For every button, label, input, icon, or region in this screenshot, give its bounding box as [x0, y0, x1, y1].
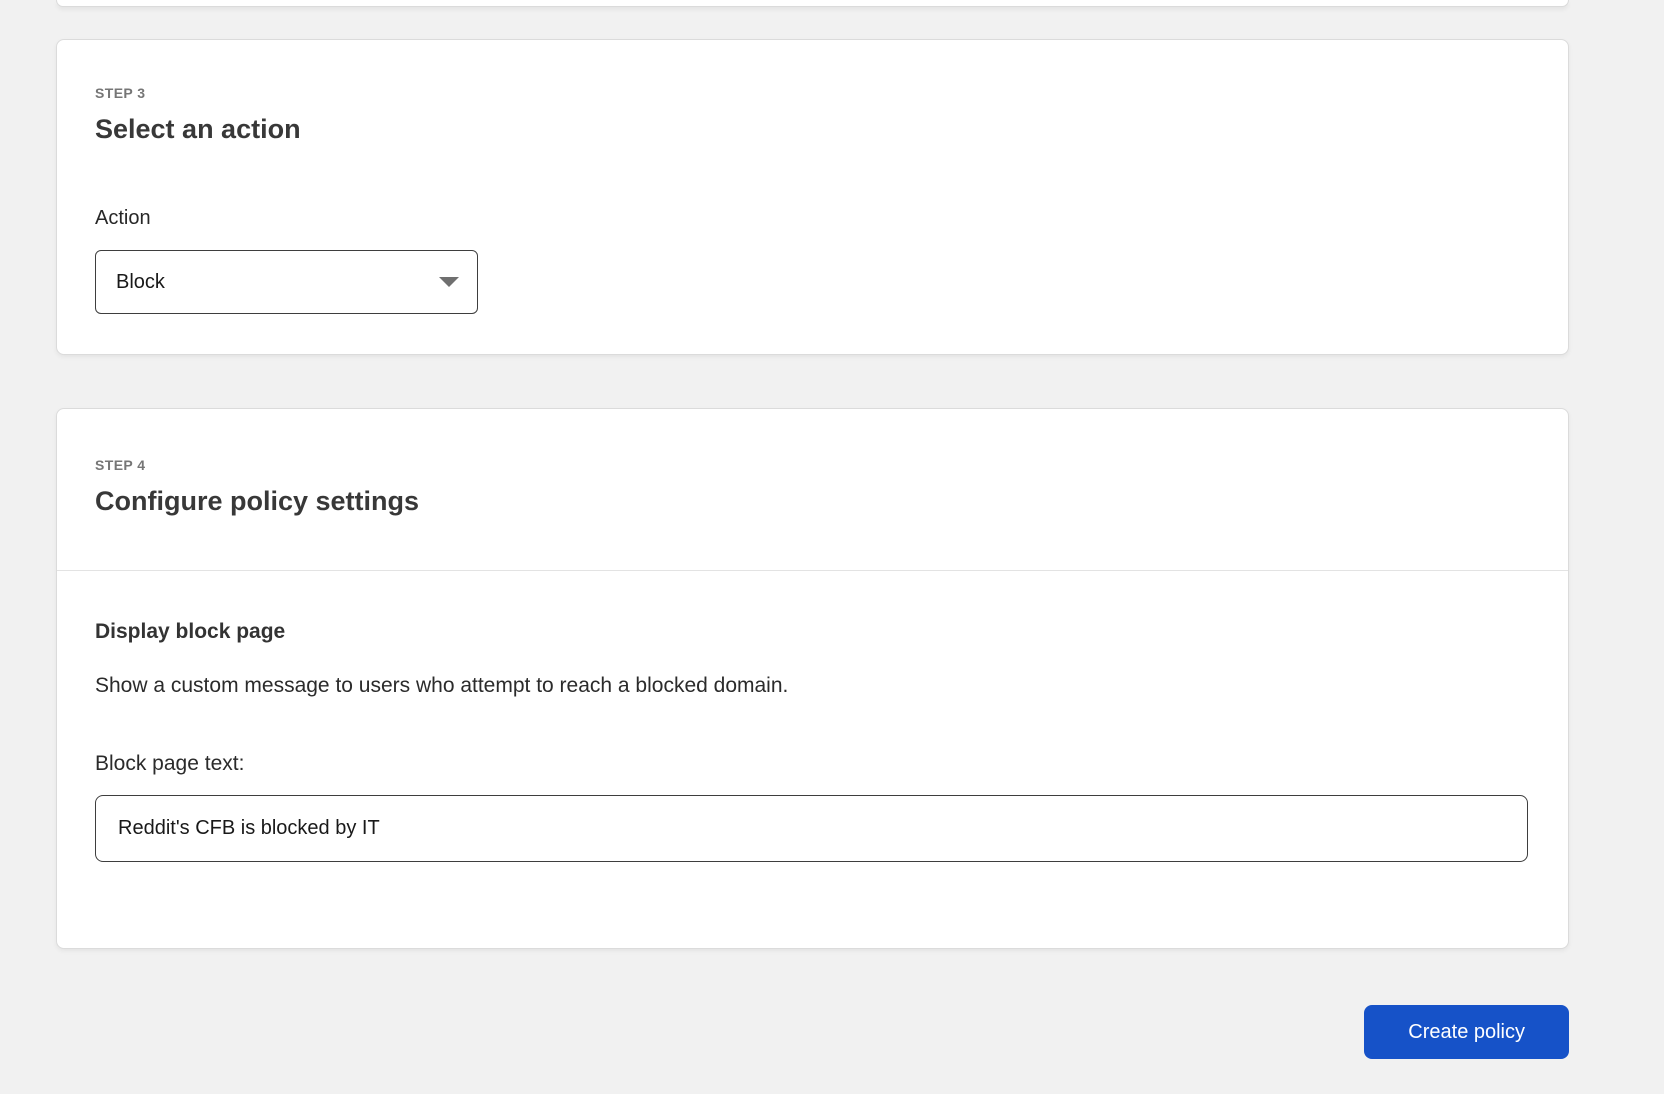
- create-policy-button[interactable]: Create policy: [1364, 1005, 1569, 1059]
- step3-label: STEP 3: [95, 85, 146, 101]
- block-page-text-input[interactable]: [95, 795, 1528, 862]
- display-block-page-heading: Display block page: [95, 620, 286, 643]
- step4-title: Configure policy settings: [95, 486, 420, 516]
- policy-wizard-content: STEP 3 Select an action Action Block STE…: [56, 0, 1569, 1059]
- step3-title: Select an action: [95, 114, 301, 144]
- action-select-value: Block: [116, 270, 165, 293]
- step4-card: STEP 4 Configure policy settings Display…: [56, 408, 1569, 949]
- previous-card-bottom-edge: [56, 0, 1569, 7]
- step3-card: STEP 3 Select an action Action Block: [56, 39, 1569, 355]
- step4-body: Display block page Show a custom message…: [57, 571, 1568, 948]
- caret-down-icon: [439, 277, 459, 287]
- block-page-text-label: Block page text:: [95, 752, 245, 775]
- action-field-label: Action: [95, 207, 151, 229]
- step4-label: STEP 4: [95, 457, 146, 473]
- display-block-page-description: Show a custom message to users who attem…: [95, 674, 789, 697]
- action-select[interactable]: Block: [95, 250, 478, 314]
- step4-header: STEP 4 Configure policy settings: [57, 409, 1568, 571]
- footer-actions: Create policy: [56, 1005, 1569, 1059]
